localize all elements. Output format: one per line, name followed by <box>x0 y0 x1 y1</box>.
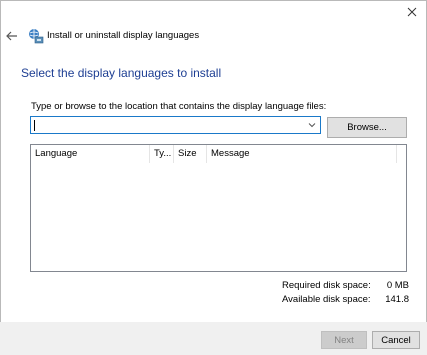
cancel-button[interactable]: Cancel <box>372 331 420 349</box>
column-header-type[interactable]: Ty... <box>150 145 174 163</box>
available-disk-space-label: Available disk space: <box>282 294 371 305</box>
browse-button[interactable]: Browse... <box>327 117 407 138</box>
close-button[interactable] <box>398 2 426 22</box>
required-disk-space-label: Required disk space: <box>282 280 371 291</box>
available-disk-space-value: 141.8 <box>385 294 409 305</box>
path-prompt-label: Type or browse to the location that cont… <box>31 101 327 112</box>
language-list[interactable]: Language Ty... Size Message <box>30 144 407 272</box>
column-header-message[interactable]: Message <box>207 145 397 163</box>
list-header: Language Ty... Size Message <box>31 145 406 163</box>
column-header-size[interactable]: Size <box>174 145 207 163</box>
path-input[interactable] <box>30 116 321 134</box>
chevron-down-icon[interactable] <box>308 121 316 129</box>
column-header-language[interactable]: Language <box>31 145 150 163</box>
next-button[interactable]: Next <box>321 331 367 349</box>
page-heading: Select the display languages to install <box>21 66 222 80</box>
back-button[interactable] <box>4 28 20 44</box>
close-icon <box>407 7 417 17</box>
text-caret <box>34 120 35 131</box>
back-arrow-icon <box>6 31 17 41</box>
window-title: Install or uninstall display languages <box>47 30 200 41</box>
globe-language-icon <box>29 29 44 44</box>
required-disk-space-value: 0 MB <box>386 280 409 291</box>
